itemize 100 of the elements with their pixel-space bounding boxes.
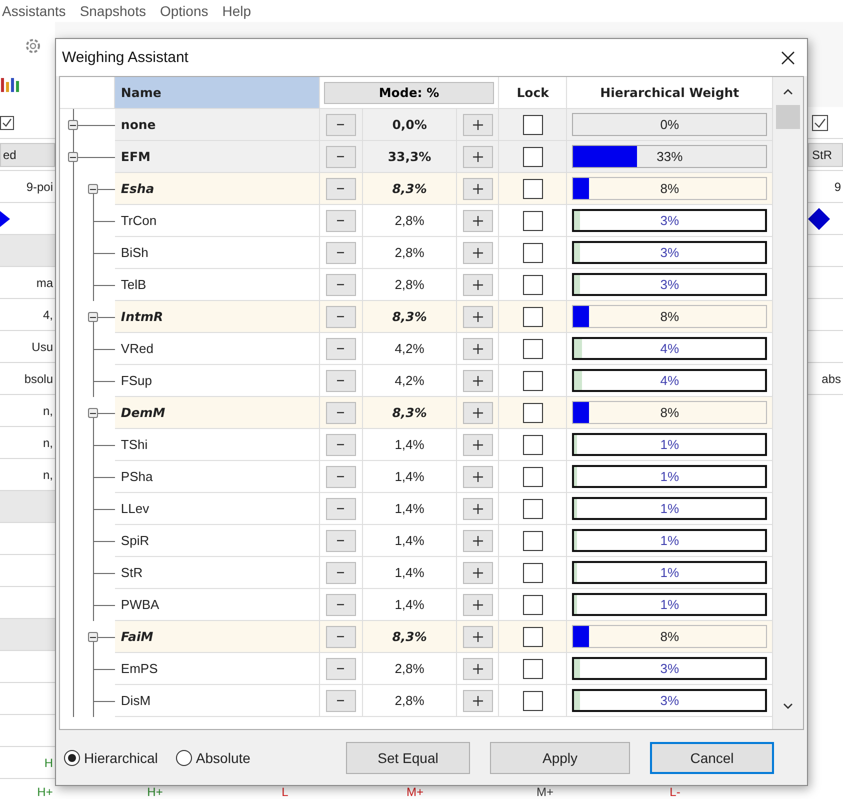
- increase-button[interactable]: [462, 178, 493, 200]
- collapse-toggle[interactable]: [68, 120, 78, 130]
- minus-icon: [337, 475, 344, 478]
- tree-item-label[interactable]: LLev: [120, 501, 150, 516]
- radio-option[interactable]: Absolute: [176, 750, 250, 766]
- menu-item[interactable]: Snapshots: [80, 3, 146, 19]
- tree-item-label[interactable]: VRed: [120, 341, 154, 356]
- plus-icon: [472, 408, 483, 418]
- column-header: Lock: [516, 85, 549, 100]
- weight-bar: 1%: [572, 433, 768, 456]
- tree-item-label[interactable]: PSha: [120, 469, 153, 484]
- tree-item-label[interactable]: FaiM: [120, 629, 154, 644]
- lock-checkbox[interactable]: [522, 402, 543, 422]
- increase-button[interactable]: [462, 306, 493, 328]
- lock-checkbox[interactable]: [522, 146, 543, 166]
- collapse-toggle[interactable]: [88, 632, 98, 642]
- column-header: Hierarchical Weight: [600, 85, 740, 100]
- tree-item-label[interactable]: FSup: [120, 373, 152, 388]
- increase-button[interactable]: [462, 402, 493, 424]
- tree-item-label[interactable]: EmPS: [120, 661, 158, 676]
- menu-item[interactable]: Options: [160, 3, 208, 19]
- lock-checkbox[interactable]: [522, 626, 543, 646]
- percentage-value: 33,3%: [388, 149, 432, 164]
- lock-checkbox[interactable]: [522, 530, 543, 550]
- chart-bars-icon[interactable]: [0, 77, 22, 93]
- dialog-button[interactable]: Cancel: [650, 742, 774, 774]
- tree-item-label[interactable]: StR: [120, 565, 143, 580]
- dialog-button[interactable]: Apply: [490, 742, 630, 774]
- tree-item-label[interactable]: TelB: [120, 277, 146, 292]
- plus-icon: [472, 536, 483, 546]
- collapse-toggle[interactable]: [68, 152, 78, 162]
- lock-checkbox[interactable]: [522, 178, 543, 198]
- increase-button[interactable]: [462, 690, 493, 712]
- increase-button[interactable]: [462, 594, 493, 616]
- close-icon[interactable]: [781, 50, 795, 64]
- increase-button[interactable]: [462, 562, 493, 584]
- lock-checkbox[interactable]: [522, 498, 543, 518]
- lock-checkbox[interactable]: [522, 306, 543, 326]
- tree-item-label[interactable]: none: [120, 117, 156, 132]
- lock-checkbox[interactable]: [522, 466, 543, 486]
- tree-item-label[interactable]: Esha: [120, 181, 154, 196]
- table-cell: abs: [822, 372, 841, 386]
- table-cell-text: M+: [405, 786, 424, 799]
- increase-button[interactable]: [462, 370, 493, 392]
- table-cell: Usu: [32, 340, 53, 354]
- lock-checkbox[interactable]: [522, 370, 543, 390]
- lock-checkbox[interactable]: [522, 434, 543, 454]
- lock-checkbox[interactable]: [522, 562, 543, 582]
- lock-checkbox[interactable]: [522, 594, 543, 614]
- collapse-toggle[interactable]: [88, 408, 98, 418]
- lock-checkbox[interactable]: [522, 690, 543, 710]
- increase-button[interactable]: [462, 274, 493, 296]
- increase-button[interactable]: [462, 530, 493, 552]
- plus-icon: [472, 440, 483, 450]
- radio-option[interactable]: Hierarchical: [64, 750, 158, 766]
- tree-item-label[interactable]: BiSh: [120, 245, 148, 260]
- increase-button[interactable]: [462, 338, 493, 360]
- tree-item-label[interactable]: PWBA: [120, 597, 160, 612]
- lock-checkbox[interactable]: [522, 658, 543, 678]
- increase-button[interactable]: [462, 498, 493, 520]
- mode-button[interactable]: Mode: %: [324, 82, 494, 104]
- scroll-up-icon[interactable]: [783, 89, 794, 95]
- increase-button[interactable]: [462, 658, 493, 680]
- plus-icon: [472, 152, 483, 162]
- lock-checkbox[interactable]: [522, 338, 543, 358]
- menu-item[interactable]: Help: [222, 3, 252, 19]
- increase-button[interactable]: [462, 210, 493, 232]
- tree-item-label[interactable]: IntmR: [120, 309, 164, 324]
- tree-item-label[interactable]: TShi: [120, 437, 148, 452]
- tree-item-label[interactable]: DemM: [120, 405, 166, 420]
- increase-button[interactable]: [462, 466, 493, 488]
- scrollbar-thumb[interactable]: [776, 105, 800, 129]
- lock-checkbox[interactable]: [522, 210, 543, 230]
- lock-checkbox[interactable]: [522, 114, 543, 134]
- checkbox[interactable]: [0, 116, 14, 130]
- percentage-value: 1,4%: [394, 437, 424, 452]
- tree-item-label[interactable]: EFM: [120, 149, 150, 164]
- increase-button[interactable]: [462, 434, 493, 456]
- weight-bar: 3%: [572, 689, 768, 712]
- gear-icon[interactable]: [24, 37, 42, 55]
- tree-item-label[interactable]: TrCon: [120, 213, 157, 228]
- collapse-toggle[interactable]: [88, 184, 98, 194]
- table-cell: n,: [42, 436, 53, 450]
- menu-item[interactable]: Assistants: [2, 3, 66, 19]
- lock-checkbox[interactable]: [522, 242, 543, 262]
- checkbox[interactable]: [812, 114, 828, 130]
- dialog-button[interactable]: Set Equal: [346, 742, 470, 774]
- increase-button[interactable]: [462, 626, 493, 648]
- increase-button[interactable]: [462, 242, 493, 264]
- increase-button[interactable]: [462, 146, 493, 168]
- minus-icon: [337, 411, 344, 414]
- lock-checkbox[interactable]: [522, 274, 543, 294]
- scrollbar[interactable]: [772, 77, 803, 729]
- scroll-down-icon[interactable]: [783, 703, 794, 709]
- increase-button[interactable]: [462, 114, 493, 136]
- tree-item-label[interactable]: SpiR: [120, 533, 150, 548]
- column-header[interactable]: Name: [114, 77, 320, 108]
- plus-icon: [472, 120, 483, 130]
- tree-item-label[interactable]: DisM: [120, 693, 151, 708]
- collapse-toggle[interactable]: [88, 312, 98, 322]
